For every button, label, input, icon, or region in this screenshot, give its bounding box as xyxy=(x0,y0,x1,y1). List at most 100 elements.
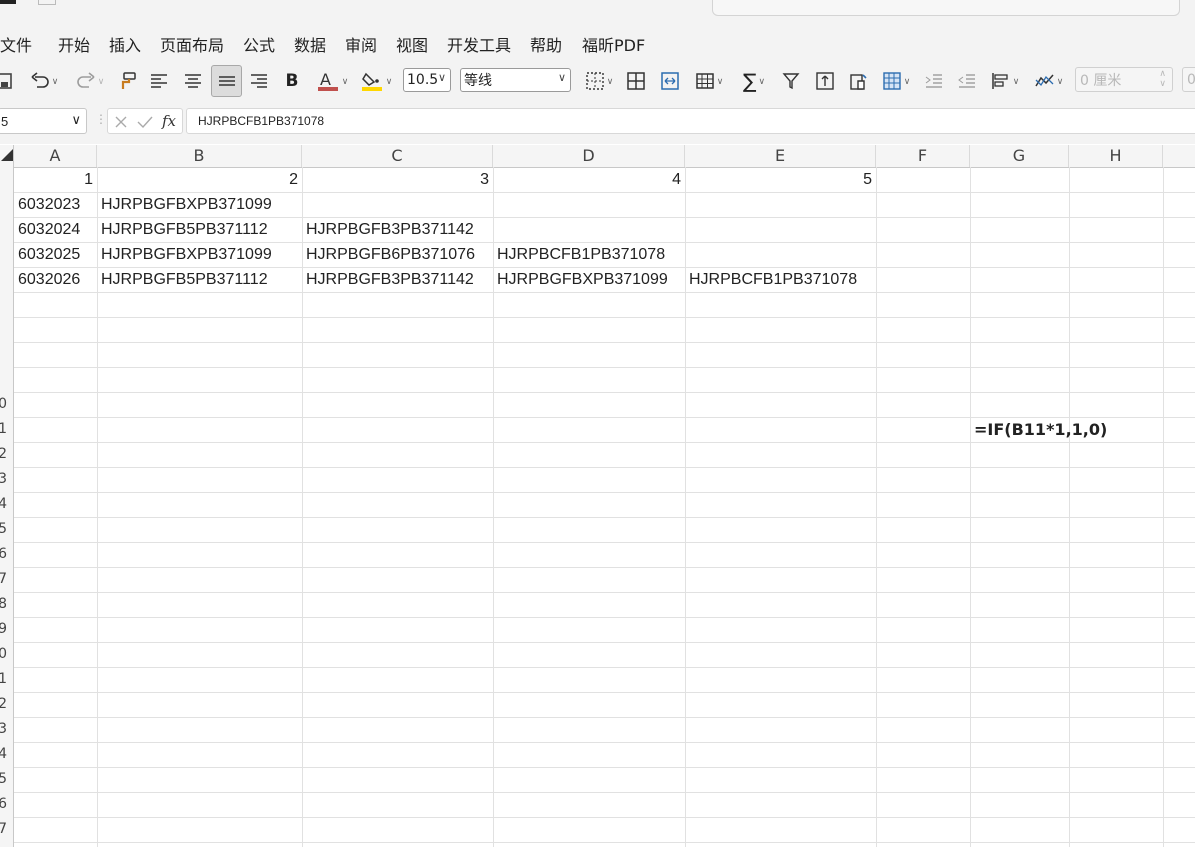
column-header-a[interactable]: A xyxy=(14,145,97,167)
tab-home[interactable]: 开始 xyxy=(58,32,90,56)
row-header[interactable]: 0 xyxy=(0,392,7,417)
cell[interactable]: 4 xyxy=(493,167,681,192)
cell[interactable]: HJRPBCFB1PB371078 xyxy=(497,242,665,267)
column-header-g[interactable]: G xyxy=(970,145,1069,167)
cell[interactable]: HJRPBGFBXPB371099 xyxy=(101,192,272,217)
quick-access-icon[interactable] xyxy=(38,0,56,5)
column-header-d[interactable]: D xyxy=(493,145,685,167)
row-header[interactable]: 8 xyxy=(0,592,7,617)
row-header[interactable]: 0 xyxy=(0,642,7,667)
tab-file[interactable]: 文件 xyxy=(0,32,32,56)
align-right-icon[interactable] xyxy=(248,67,270,95)
row-gridline xyxy=(14,367,1195,368)
row-header[interactable]: 4 xyxy=(0,742,7,767)
column-header-c[interactable]: C xyxy=(302,145,493,167)
table-format-button[interactable]: ∨ xyxy=(690,67,728,95)
column-header-e[interactable]: E xyxy=(685,145,876,167)
select-all-corner[interactable] xyxy=(0,145,14,167)
row-gridline xyxy=(14,292,1195,293)
save-icon[interactable] xyxy=(0,67,14,95)
row-header[interactable]: 3 xyxy=(0,467,7,492)
column-header-h[interactable]: H xyxy=(1069,145,1163,167)
tab-insert[interactable]: 插入 xyxy=(109,32,141,56)
cell[interactable]: 5 xyxy=(685,167,872,192)
formula-input[interactable]: HJRPBCFB1PB371078 xyxy=(186,108,1195,134)
tab-page-layout[interactable]: 页面布局 xyxy=(160,32,224,56)
paste-special-icon[interactable] xyxy=(848,67,870,95)
tab-formulas[interactable]: 公式 xyxy=(243,32,275,56)
cell[interactable]: HJRPBGFBXPB371099 xyxy=(497,267,668,292)
cell[interactable]: HJRPBCFB1PB371078 xyxy=(689,267,857,292)
row-header[interactable]: 2 xyxy=(0,692,7,717)
cancel-icon[interactable] xyxy=(114,115,128,129)
insert-cells-button[interactable]: ∨ xyxy=(876,67,916,95)
tab-data[interactable]: 数据 xyxy=(294,32,326,56)
font-size-select[interactable]: 10.5 ∨ xyxy=(403,68,451,92)
row-header[interactable]: 7 xyxy=(0,817,7,842)
tab-help[interactable]: 帮助 xyxy=(530,32,562,56)
row-header[interactable]: 5 xyxy=(0,767,7,792)
cell[interactable]: 2 xyxy=(97,167,298,192)
row-header[interactable]: 6 xyxy=(0,542,7,567)
row-header[interactable]: 2 xyxy=(0,442,7,467)
confirm-icon[interactable] xyxy=(137,115,153,129)
sort-icon[interactable] xyxy=(814,67,836,95)
merge-center-icon[interactable] xyxy=(658,67,682,95)
cell-area[interactable]: 1 2 3 4 5 6032023 HJRPBGFBXPB371099 6032024 HJRP… xyxy=(14,167,1195,847)
row-header[interactable]: 6 xyxy=(0,792,7,817)
row-gridline xyxy=(14,492,1195,493)
fill-color-button[interactable]: ∨ xyxy=(356,67,396,95)
name-box[interactable]: 5 ∨ xyxy=(0,108,87,134)
tab-foxit-pdf[interactable]: 福昕PDF xyxy=(582,32,645,56)
row-header[interactable]: 1 xyxy=(0,667,7,692)
tab-review[interactable]: 审阅 xyxy=(345,32,377,56)
tab-view[interactable]: 视图 xyxy=(396,32,428,56)
autosum-button[interactable]: ∑ ∨ xyxy=(736,67,772,95)
cell[interactable]: 6032025 xyxy=(18,242,80,267)
align-center-icon[interactable] xyxy=(182,67,204,95)
column-header-b[interactable]: B xyxy=(97,145,302,167)
insert-function-icon[interactable]: fx xyxy=(162,112,176,130)
cell[interactable]: HJRPBGFBXPB371099 xyxy=(101,242,272,267)
bold-icon[interactable]: B xyxy=(282,67,302,95)
format-painter-icon[interactable] xyxy=(116,67,138,95)
formula-text-cell[interactable]: =IF(B11*1,1,0) xyxy=(974,420,1107,439)
align-left-icon[interactable] xyxy=(148,67,170,95)
row-gridline xyxy=(14,442,1195,443)
filter-icon[interactable] xyxy=(780,67,802,95)
spacing-input-2[interactable]: 0 xyxy=(1182,67,1195,92)
font-color-button[interactable]: A ∨ xyxy=(312,67,352,95)
undo-button[interactable]: ∨ xyxy=(26,67,62,95)
cell[interactable]: 1 xyxy=(14,167,93,192)
row-header[interactable]: 7 xyxy=(0,567,7,592)
spacing-input[interactable]: 0 厘米 ∧ ∨ xyxy=(1075,67,1173,92)
cell[interactable]: HJRPBGFB3PB371142 xyxy=(306,267,474,292)
cell[interactable]: HJRPBGFB6PB371076 xyxy=(306,242,475,267)
cell[interactable]: 6032026 xyxy=(18,267,80,292)
cell[interactable]: HJRPBGFB5PB371112 xyxy=(101,217,268,242)
all-borders-icon[interactable] xyxy=(624,67,648,95)
row-header[interactable]: 9 xyxy=(0,617,7,642)
formula-bar: 5 ∨ ⋮ fx HJRPBCFB1PB371078 xyxy=(0,100,1195,144)
decrease-indent-icon[interactable] xyxy=(956,67,978,95)
row-header[interactable]: 4 xyxy=(0,492,7,517)
border-button[interactable]: ∨ xyxy=(580,67,618,95)
chart-type-button[interactable]: ∨ xyxy=(1030,67,1068,95)
cell[interactable]: HJRPBGFB5PB371112 xyxy=(101,267,268,292)
cell[interactable]: 6032024 xyxy=(18,217,80,242)
redo-button[interactable]: ∨ xyxy=(72,67,108,95)
search-box[interactable] xyxy=(712,0,1180,16)
column-header-f[interactable]: F xyxy=(876,145,970,167)
row-header[interactable]: 1 xyxy=(0,417,7,442)
increase-indent-icon[interactable] xyxy=(923,67,945,95)
row-header[interactable]: 5 xyxy=(0,517,7,542)
cell[interactable]: HJRPBGFB3PB371142 xyxy=(306,217,474,242)
align-objects-button[interactable]: ∨ xyxy=(986,67,1024,95)
cell[interactable]: 3 xyxy=(302,167,489,192)
tab-developer[interactable]: 开发工具 xyxy=(447,32,511,56)
row-header[interactable]: 3 xyxy=(0,717,7,742)
font-name-select[interactable]: 等线 ∨ xyxy=(460,68,571,92)
cell[interactable]: 6032023 xyxy=(18,192,80,217)
align-middle-icon[interactable] xyxy=(211,65,242,97)
drag-handle-icon[interactable]: ⋮ xyxy=(95,112,107,126)
